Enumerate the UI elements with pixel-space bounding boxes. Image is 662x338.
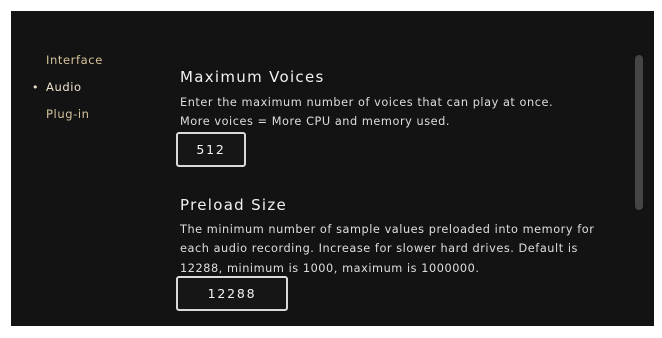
max-voices-input[interactable]: 512: [176, 132, 246, 167]
sidebar-item-plugin[interactable]: Plug-in: [46, 107, 90, 121]
max-voices-description-line-2: More voices = More CPU and memory used.: [180, 115, 451, 128]
max-voices-description-line-1: Enter the maximum number of voices that …: [180, 96, 554, 109]
preload-size-heading: Preload Size: [180, 196, 288, 214]
sidebar-item-audio[interactable]: Audio: [46, 80, 82, 94]
settings-sidebar: Interface • Audio Plug-in: [11, 11, 161, 326]
active-item-bullet: •: [32, 81, 39, 94]
sidebar-item-interface[interactable]: Interface: [46, 53, 103, 67]
vertical-scrollbar[interactable]: [635, 55, 643, 210]
max-voices-heading: Maximum Voices: [180, 68, 325, 86]
settings-panel: Interface • Audio Plug-in Maximum Voices…: [11, 11, 654, 326]
preload-size-description-line-1: The minimum number of sample values prel…: [180, 223, 595, 236]
preload-size-description-line-2: each audio recording. Increase for slowe…: [180, 242, 578, 255]
scrollbar-thumb[interactable]: [635, 55, 643, 210]
preload-size-input[interactable]: 12288: [176, 276, 288, 311]
